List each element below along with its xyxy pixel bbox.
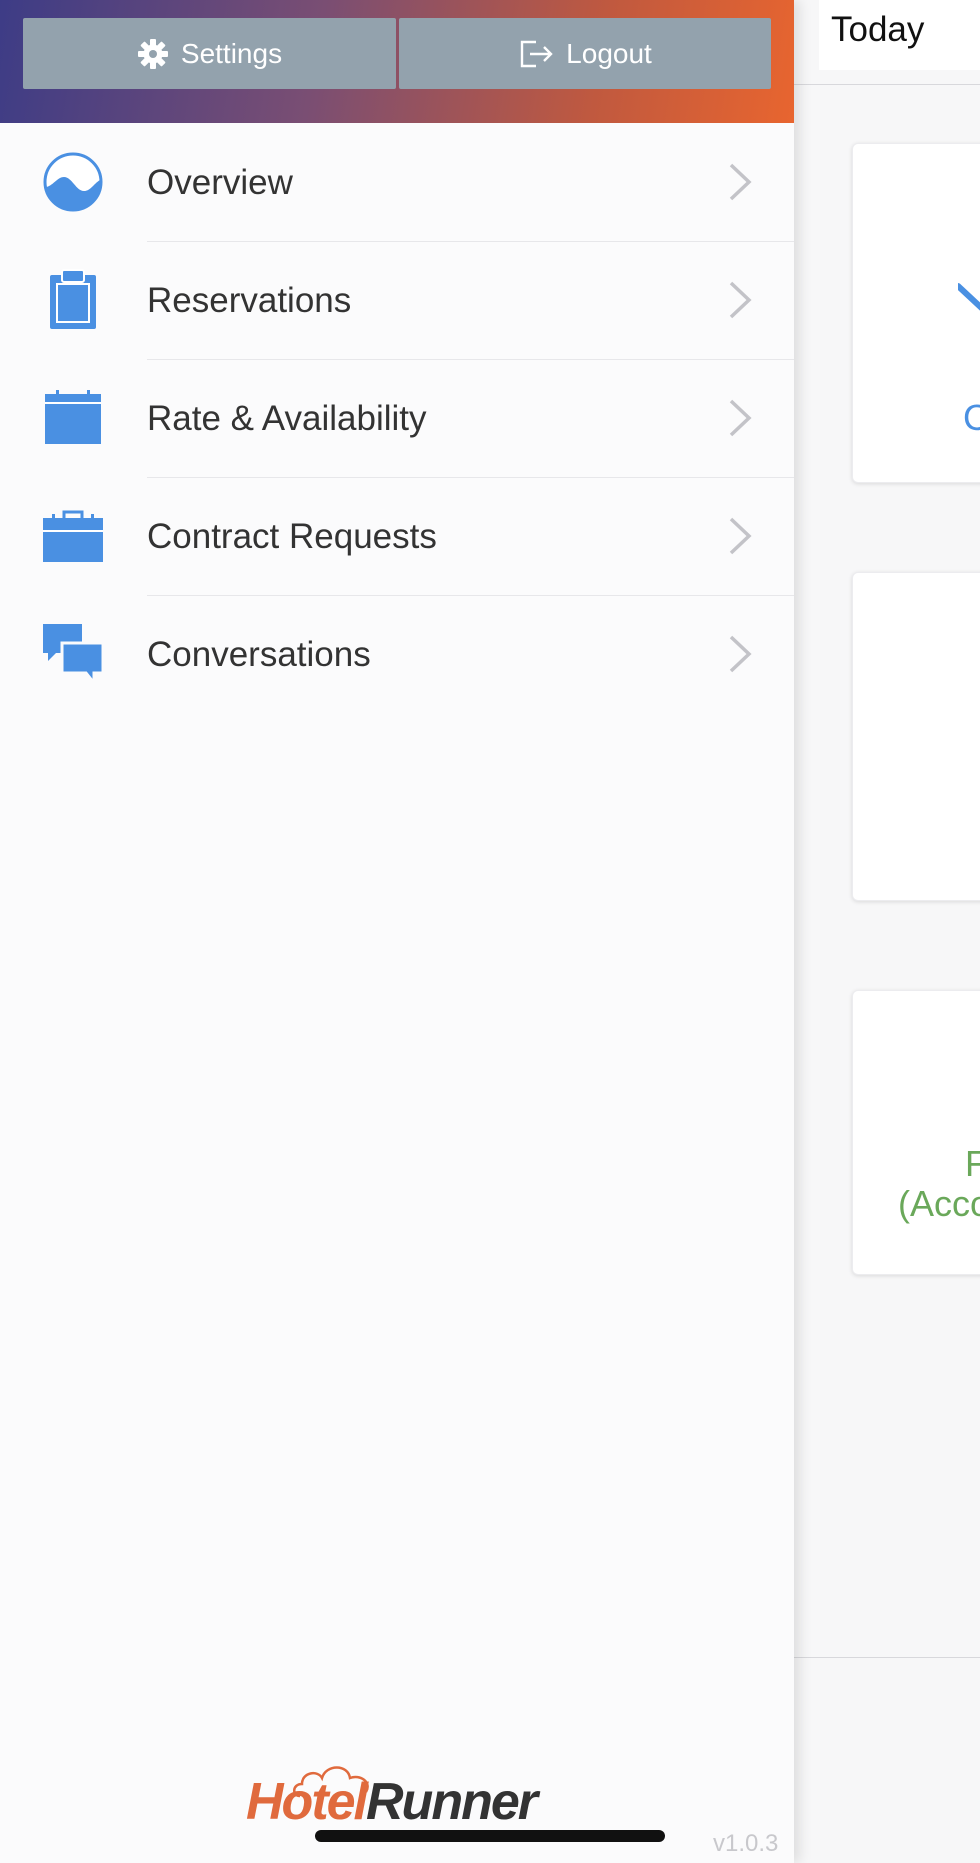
chevron-right-icon <box>729 281 752 319</box>
menu-item-label: Rate & Availability <box>147 399 427 438</box>
gear-icon <box>137 38 168 69</box>
tab-today[interactable]: Today <box>819 0 980 70</box>
menu-item-label: Contract Requests <box>147 517 437 556</box>
summary-card[interactable]: F (Acco <box>852 990 980 1275</box>
logout-button[interactable]: Logout <box>399 18 771 89</box>
summary-card[interactable]: C <box>852 143 980 483</box>
check-icon <box>958 283 980 311</box>
summary-card[interactable] <box>852 572 980 901</box>
menu-item-label: Reservations <box>147 281 352 320</box>
card-sublabel: (Acco <box>898 1183 980 1224</box>
logo-runner-text: Runner <box>366 1773 538 1831</box>
home-indicator <box>315 1830 665 1842</box>
calendar-icon <box>42 387 104 449</box>
card-label: C <box>963 397 980 438</box>
chat-bubbles-icon <box>42 623 104 685</box>
settings-button[interactable]: Settings <box>23 18 396 89</box>
logout-icon <box>520 40 553 67</box>
logout-label: Logout <box>566 37 652 69</box>
drawer-header: Settings Logout <box>0 0 794 123</box>
app-version: v1.0.3 <box>713 1830 779 1857</box>
chevron-right-icon <box>729 517 752 555</box>
chevron-right-icon <box>729 163 752 201</box>
side-drawer: Settings Logout Overview Reservations Ra… <box>0 0 794 1863</box>
menu-item-label: Overview <box>147 163 293 202</box>
settings-label: Settings <box>180 37 283 69</box>
clipboard-icon <box>42 269 104 331</box>
menu-item-contract-requests[interactable]: Contract Requests <box>0 478 794 596</box>
chevron-right-icon <box>729 635 752 673</box>
logo-hotel-text: Hotel <box>246 1773 368 1831</box>
content-header: Today <box>794 0 980 85</box>
menu-item-rate-availability[interactable]: Rate & Availability <box>0 360 794 478</box>
menu-item-overview[interactable]: Overview <box>0 124 794 242</box>
content-footer <box>794 1657 980 1863</box>
menu-item-reservations[interactable]: Reservations <box>0 242 794 360</box>
chevron-right-icon <box>729 399 752 437</box>
main-content-panel: Today C F (Acco <box>794 0 980 1863</box>
menu-item-label: Conversations <box>147 635 371 674</box>
overview-wave-icon <box>42 151 104 213</box>
card-label: F <box>965 1143 980 1184</box>
drawer-menu: Overview Reservations Rate & Availabilit… <box>0 124 794 714</box>
briefcase-icon <box>42 505 104 567</box>
menu-item-conversations[interactable]: Conversations <box>0 596 794 714</box>
